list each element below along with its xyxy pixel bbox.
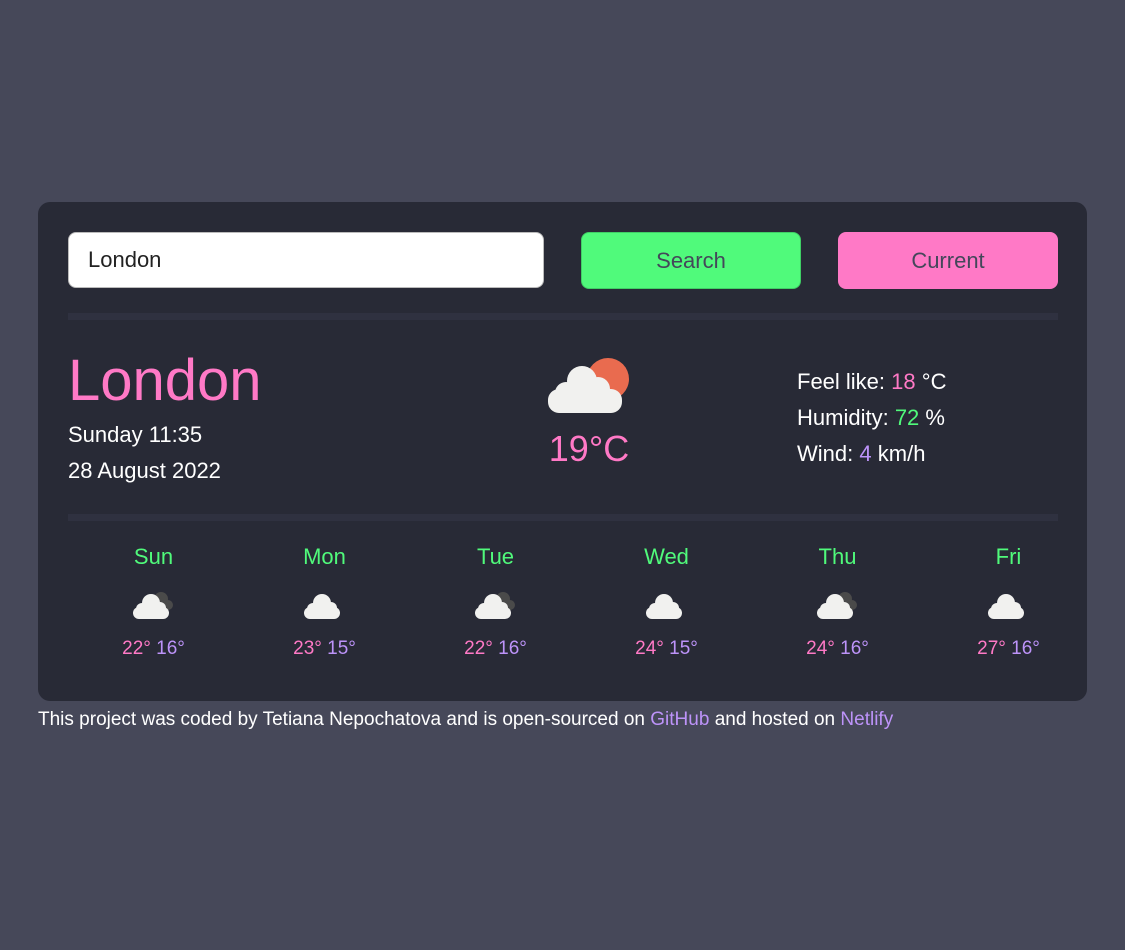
weather-card: Search Current London Sunday 11:35 28 Au… (38, 202, 1087, 701)
forecast-min: 16° (156, 638, 185, 659)
github-link[interactable]: GitHub (650, 709, 709, 730)
wind-label: Wind: (797, 441, 854, 466)
forecast-day: Wed 24° 15° (581, 542, 752, 660)
forecast-day: Fri 27° 16° (923, 542, 1094, 660)
city-search-input[interactable] (68, 232, 544, 288)
forecast-min: 16° (840, 638, 869, 659)
forecast-day-name: Mon (303, 544, 346, 569)
humidity-label: Humidity: (797, 405, 889, 430)
forecast-temps: 22° 16° (410, 638, 581, 660)
feels-like: Feel like: 18 °C (797, 369, 946, 395)
divider (68, 313, 1058, 320)
feels-like-label: Feel like: (797, 369, 886, 394)
cloud-icon (581, 580, 752, 632)
humidity-unit: % (925, 405, 945, 430)
forecast-day: Sun 22° 16° (68, 542, 239, 660)
city-name: London (68, 348, 262, 413)
forecast-day-name: Thu (818, 544, 857, 569)
forecast-day-name: Fri (995, 544, 1022, 569)
day-time: Sunday 11:35 (68, 422, 203, 447)
forecast-day-name: Wed (644, 544, 689, 569)
forecast-min: 16° (498, 638, 527, 659)
partly-cloudy-day-icon (546, 355, 630, 420)
forecast: Sun 22° 16° Mon 23° 15° Tue 22° 16° Wed 24°… (68, 542, 1094, 660)
search-button[interactable]: Search (581, 232, 801, 289)
forecast-day: Tue 22° 16° (410, 542, 581, 660)
forecast-min: 15° (327, 638, 356, 659)
forecast-day-name: Sun (133, 544, 174, 569)
forecast-temps: 23° 15° (239, 638, 410, 660)
forecast-max: 23° (293, 638, 322, 659)
forecast-min: 16° (1011, 638, 1040, 659)
footer-text: This project was coded by Tetiana Nepoch… (38, 709, 645, 730)
cloud-icon (239, 580, 410, 632)
forecast-temps: 22° 16° (68, 638, 239, 660)
forecast-temps: 24° 15° (581, 638, 752, 660)
current-location-button[interactable]: Current (838, 232, 1058, 289)
wind-value: 4 (859, 441, 872, 466)
cloud-icon (923, 580, 1094, 632)
broken-clouds-icon (68, 580, 239, 632)
forecast-max: 24° (635, 638, 664, 659)
footer-text: and hosted on (714, 709, 836, 730)
forecast-temps: 27° 16° (923, 638, 1094, 660)
broken-clouds-icon (410, 580, 581, 632)
netlify-link[interactable]: Netlify (840, 709, 893, 730)
divider (68, 514, 1058, 521)
broken-clouds-icon (752, 580, 923, 632)
forecast-day-name: Tue (476, 544, 515, 569)
forecast-max: 22° (464, 638, 493, 659)
current-temperature: 19°C (548, 428, 630, 469)
forecast-day: Thu 24° 16° (752, 542, 923, 660)
wind-unit: km/h (877, 441, 926, 466)
footer: This project was coded by Tetiana Nepoch… (38, 709, 893, 731)
forecast-min: 15° (669, 638, 698, 659)
forecast-max: 22° (122, 638, 151, 659)
humidity: Humidity: 72 % (797, 405, 945, 431)
date: 28 August 2022 (68, 458, 221, 483)
feels-like-unit: °C (921, 369, 947, 394)
humidity-value: 72 (894, 405, 920, 430)
forecast-temps: 24° 16° (752, 638, 923, 660)
wind: Wind: 4 km/h (797, 441, 925, 467)
feels-like-value: 18 (891, 369, 916, 394)
forecast-max: 27° (977, 638, 1006, 659)
forecast-max: 24° (806, 638, 835, 659)
forecast-day: Mon 23° 15° (239, 542, 410, 660)
